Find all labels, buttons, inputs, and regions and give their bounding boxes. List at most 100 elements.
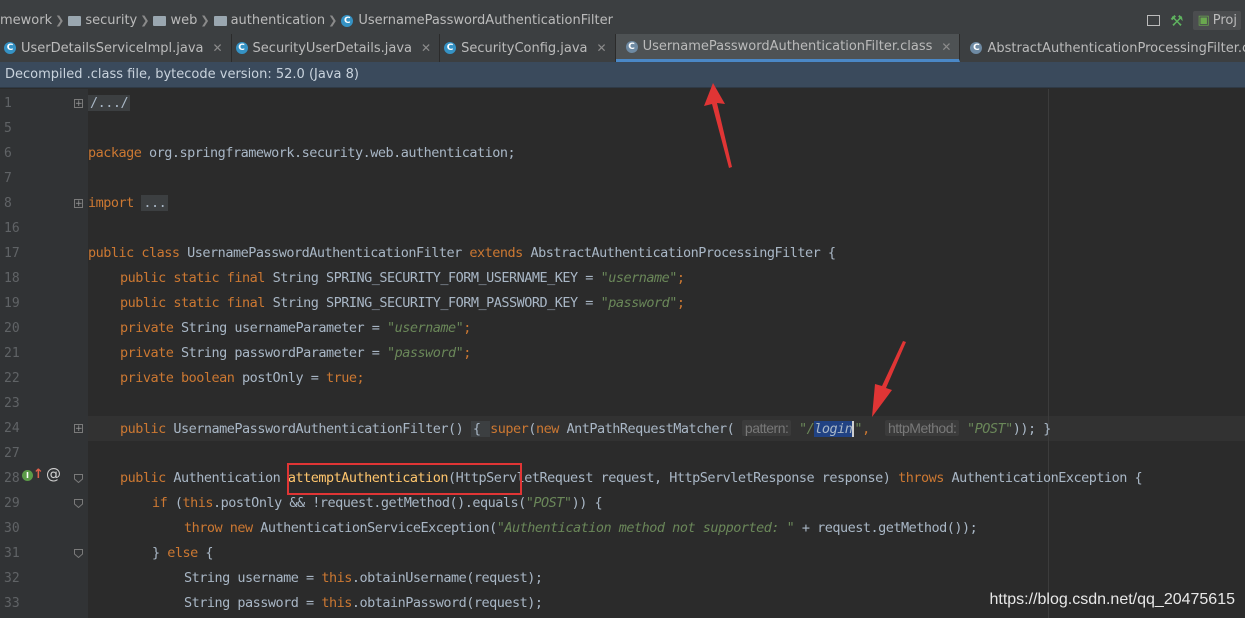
class-icon: C (235, 42, 248, 54)
code-text: + request.getMethod()); (794, 520, 978, 536)
line-number: 27 (4, 446, 20, 461)
code-line-30: throw new AuthenticationServiceException… (184, 520, 978, 536)
tab-userdetailsserviceimpl[interactable]: C UserDetailsServiceImpl.java ✕ (0, 34, 232, 62)
code-text: String password = (184, 595, 322, 611)
code-text: String SPRING_SECURITY_FORM_PASSWORD_KEY… (264, 295, 601, 311)
code-text: String username = (184, 570, 322, 586)
overrides-method-icon[interactable]: I ↑ (22, 467, 44, 482)
keyword: public (120, 421, 166, 437)
line-number: 22 (4, 371, 20, 386)
line-number: 32 (4, 571, 20, 586)
breadcrumb: mework ❯ security ❯ web ❯ authentication… (0, 7, 1245, 34)
project-button[interactable]: ▣ Proj (1193, 11, 1241, 30)
string-literal: "/ (791, 421, 815, 437)
code-text: String SPRING_SECURITY_FORM_USERNAME_KEY… (264, 270, 601, 286)
code-line-29: if (this.postOnly && !request.getMethod(… (152, 495, 603, 511)
tab-usernamepasswordauthenticationfilter[interactable]: C UsernamePasswordAuthenticationFilter.c… (615, 34, 961, 62)
banner-text: Decompiled .class file, bytecode version… (5, 67, 359, 82)
tab-abstractauthenticationprocessingfilter[interactable]: C AbstractAuthenticationProcessingFilter… (960, 34, 1245, 62)
keyword: import (88, 195, 134, 211)
code-text: String usernameParameter = (173, 320, 387, 336)
code-text: .postOnly && !request.getMethod().equals… (213, 495, 526, 511)
chevron-right-icon: ❯ (200, 14, 210, 27)
keyword: new (535, 421, 559, 437)
class-file-icon: C (970, 42, 983, 54)
code-text: { (197, 545, 214, 561)
code-line-6: package org.springframework.security.web… (88, 145, 516, 161)
terminal-icon[interactable] (1147, 15, 1160, 26)
code-text: String passwordParameter = (173, 345, 387, 361)
string-literal: "username" (386, 320, 464, 336)
breadcrumb-label: mework (0, 13, 53, 28)
close-icon[interactable]: ✕ (941, 40, 951, 54)
code-line-31: } else { (152, 545, 214, 561)
fold-collapse-icon[interactable] (74, 549, 83, 558)
code-line-32: String username = this.obtainUsername(re… (184, 570, 543, 586)
code-text: , (862, 421, 885, 437)
code-text: postOnly = (234, 370, 326, 386)
code-line-20: private String usernameParameter = "user… (120, 320, 471, 336)
close-icon[interactable]: ✕ (597, 41, 607, 55)
breadcrumb-item-class[interactable]: C UsernamePasswordAuthenticationFilter (341, 13, 613, 28)
breadcrumb-label: UsernamePasswordAuthenticationFilter (358, 13, 613, 28)
code-line-21: private String passwordParameter = "pass… (120, 345, 471, 361)
string-literal: "password" (600, 295, 678, 311)
code-line-19: public static final String SPRING_SECURI… (120, 295, 685, 311)
code-text: )) { (571, 495, 603, 511)
tab-securityconfig[interactable]: C SecurityConfig.java ✕ (440, 34, 616, 62)
fold-collapse-icon[interactable] (74, 474, 83, 483)
build-hammer-icon[interactable]: ⚒ (1170, 12, 1183, 30)
code-text: } (152, 545, 168, 561)
code-line-17: public class UsernamePasswordAuthenticat… (88, 245, 836, 261)
keyword: public static final (120, 295, 265, 311)
string-literal: "password" (386, 345, 464, 361)
keyword: public class (88, 245, 180, 261)
string-literal: "Authentication method not supported: " (496, 520, 795, 536)
line-number: 24 (4, 421, 20, 436)
fold-expand-icon[interactable]: + (74, 424, 83, 434)
line-number: 16 (4, 221, 20, 236)
keyword: public static final (120, 270, 265, 286)
folded-body[interactable]: { (470, 421, 491, 437)
fold-expand-icon[interactable]: + (74, 99, 83, 109)
breadcrumb-label: authentication (230, 13, 326, 28)
folder-icon (213, 15, 227, 26)
string-literal: "username" (600, 270, 678, 286)
annotation-at-icon: @ (46, 465, 61, 483)
close-icon[interactable]: ✕ (421, 41, 431, 55)
fold-collapse-icon[interactable] (74, 499, 83, 508)
red-arrow-annotation (872, 341, 906, 417)
line-number: 19 (4, 296, 20, 311)
breadcrumb-item-authentication[interactable]: authentication (213, 13, 326, 28)
folded-imports[interactable]: ... (141, 195, 169, 211)
keyword: throws (898, 470, 944, 486)
code-line-8: import ... (88, 195, 169, 211)
string-literal: " (854, 421, 863, 437)
folder-icon (68, 15, 82, 26)
decompiled-banner: Decompiled .class file, bytecode version… (0, 62, 1245, 88)
breadcrumb-item-security[interactable]: security (68, 13, 137, 28)
code-line-24: public UsernamePasswordAuthenticationFil… (120, 420, 1051, 437)
tab-label: AbstractAuthenticationProcessingFilter.c… (987, 40, 1245, 56)
code-text: )); } (1012, 421, 1052, 437)
line-number: 5 (4, 121, 12, 136)
line-number: 1 (4, 96, 12, 111)
fold-expand-icon[interactable]: + (74, 199, 83, 209)
selected-text[interactable]: login (814, 421, 853, 437)
class-file-icon: C (625, 40, 638, 53)
breadcrumb-item-web[interactable]: web (153, 13, 197, 28)
tab-securityuserdetails[interactable]: C SecurityUserDetails.java ✕ (232, 34, 441, 62)
line-number: 30 (4, 521, 20, 536)
chevron-right-icon: ❯ (140, 14, 150, 27)
keyword: super (490, 421, 529, 437)
keyword: private boolean (120, 370, 235, 386)
keyword: private (120, 345, 174, 361)
class-icon: C (444, 42, 457, 54)
close-icon[interactable]: ✕ (212, 41, 222, 55)
code-line-1: /.../ (88, 95, 131, 111)
line-number: 29 (4, 496, 20, 511)
line-number: 28 (4, 471, 20, 486)
keyword: throw new (184, 520, 253, 536)
breadcrumb-item-framework[interactable]: mework (0, 13, 52, 28)
folded-header-text[interactable]: /.../ (88, 95, 131, 111)
